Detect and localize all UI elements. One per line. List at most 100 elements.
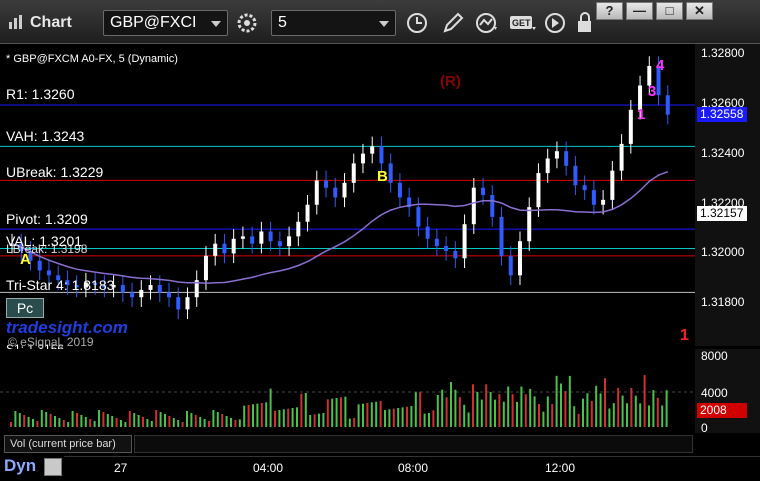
volume-bar [282,409,285,427]
ma-price-badge: 1.32157 [697,206,747,221]
volume-bar [560,383,562,427]
volume-bar [269,388,272,427]
price-chart-svg[interactable]: AB(R)1341 [0,44,695,359]
candle-body [185,297,190,310]
candle-body [379,146,384,164]
candle-body [628,109,633,144]
volume-bar [410,406,413,427]
volume-bar [168,416,171,427]
pencil-draw-icon[interactable] [440,11,466,35]
volume-bar [300,393,303,427]
volume-bar [454,389,457,427]
chevron-down-icon[interactable] [211,21,221,27]
volume-bar [335,398,338,427]
candle-body [619,143,624,171]
pc-button[interactable]: Pc [6,298,44,318]
volume-bar [450,382,452,427]
play-icon[interactable] [542,11,568,35]
volume-bar [665,390,668,427]
get-data-icon[interactable]: GET [508,11,538,35]
volume-bar [419,391,422,427]
volume-bar [348,418,351,427]
volume-bar [230,418,232,427]
candle-body [130,292,135,298]
volume-bar [476,391,479,427]
candle-body [176,297,181,310]
volume-bar [577,413,580,427]
chevron-down-icon[interactable] [379,21,389,27]
candle-body [545,158,550,174]
volume-bar [344,396,347,427]
volume-bar [472,384,474,427]
level-label-vah: VAH: 1.3243 [6,128,85,144]
price-tick: 1.31800 [701,295,745,309]
time-tick: 08:00 [398,461,429,475]
volume-bar [186,411,188,427]
volume-bar [436,395,439,427]
link-lock-icon[interactable] [44,458,62,476]
volume-bar [656,397,659,427]
chart-scrollbar[interactable] [134,435,693,453]
volume-chart-svg[interactable] [0,349,695,433]
volume-bar [89,419,92,427]
volume-bar [177,420,180,427]
candle-body [508,255,513,276]
volume-bar [586,393,589,427]
volume-bar [54,416,56,427]
volume-bar [322,413,325,427]
candle-body [388,163,393,183]
volume-bar [62,420,65,427]
candle-body [490,195,495,217]
volume-bar [604,378,606,427]
minimize-button[interactable]: — [626,2,653,20]
candle-body [554,151,559,159]
candle-body [324,180,329,188]
dynamic-mode-label[interactable]: Dyn [4,456,36,476]
volume-bar [630,388,633,427]
candle-body [268,231,273,242]
volume-bar [533,396,536,427]
volume-bar [617,387,620,427]
volume-bar [40,410,43,427]
candle-body [259,231,264,244]
volume-bar [423,413,426,427]
volume-bar [155,410,158,427]
maximize-button[interactable]: □ [656,2,683,20]
title-bar: Chart GBP@FXCI 5 GET ? — □ ✕ [0,0,760,44]
volume-bar [238,419,241,427]
volume-bar [480,399,483,427]
candle-body [231,238,236,254]
chart-header: * GBP@FXCM A0-FX, 5 (Dynamic) [6,53,178,65]
studies-icon[interactable] [474,11,500,35]
candle-body [416,207,421,227]
close-button[interactable]: ✕ [686,2,713,20]
symbol-selector[interactable]: GBP@FXCI [103,10,228,36]
volume-bar [304,393,307,427]
volume-bar [375,401,378,427]
price-chart-pane[interactable]: A B (R) 1 3 4 1 [0,44,695,359]
volume-bar [489,392,492,427]
level-label-r1: R1: 1.3260 [6,86,75,102]
candle-body [250,236,255,244]
volume-bar [357,404,360,427]
volume-bar [353,418,356,427]
svg-text:GET: GET [512,18,531,28]
volume-pane[interactable] [0,349,695,433]
settings-gear-icon[interactable] [234,11,260,35]
volume-bar [252,404,254,427]
volume-bar [124,422,127,427]
volume-bar [568,375,571,427]
volume-bar [621,395,624,427]
candle-body [591,190,596,205]
volume-bar [14,411,17,427]
volume-bar [661,405,664,427]
volume-bar [260,403,263,427]
volume-bar [648,405,650,427]
volume-bar [194,415,197,427]
help-button[interactable]: ? [596,2,623,20]
volume-bar [234,420,237,427]
interval-selector[interactable]: 5 [271,10,396,36]
volume-bar [529,388,532,427]
clock-icon[interactable] [404,11,430,35]
volume-bar [190,413,193,427]
